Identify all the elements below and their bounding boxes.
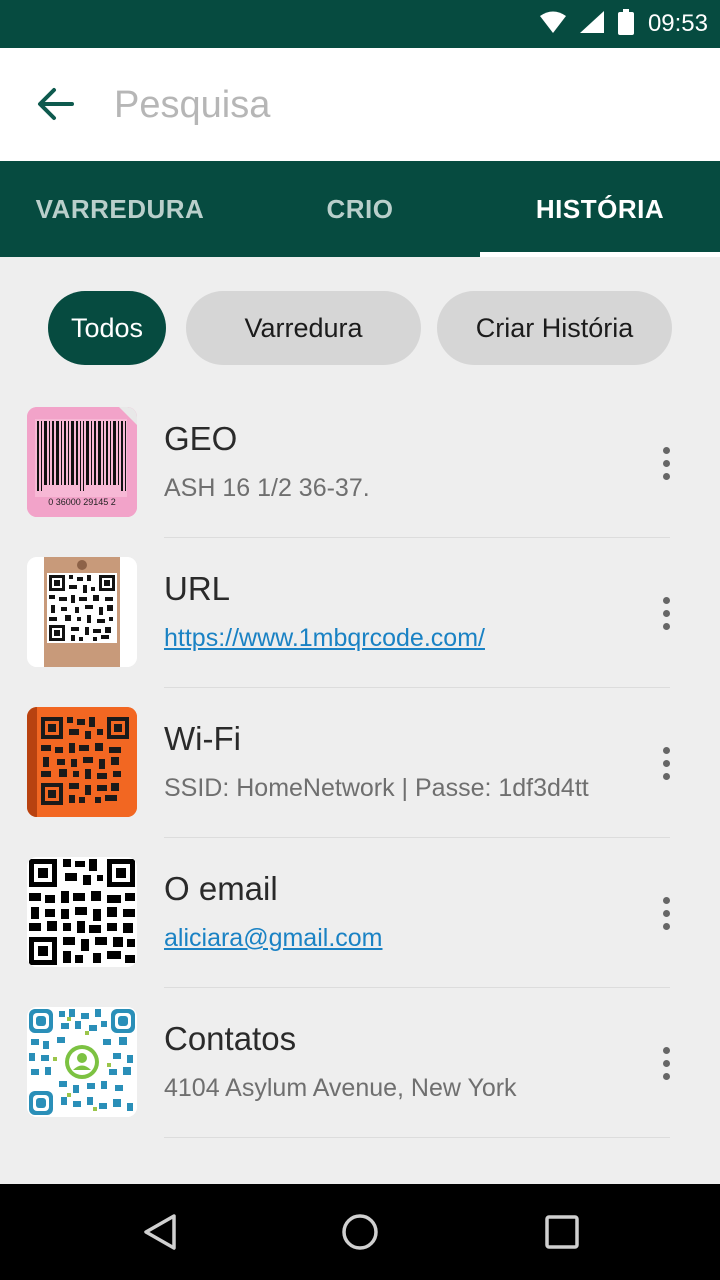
item-subtitle: 4104 Asylum Avenue, New York — [164, 1074, 517, 1102]
nav-recents-button[interactable] — [522, 1202, 602, 1262]
arrow-back-icon — [38, 88, 74, 120]
item-subtitle: ASH 16 1/2 36-37. — [164, 474, 370, 502]
circle-home-icon — [342, 1214, 378, 1250]
chip-criar-historia[interactable]: Criar História — [437, 291, 672, 365]
item-link[interactable]: https://www.1mbqrcode.com/ — [164, 624, 485, 653]
tab-crio[interactable]: CRIO — [240, 161, 480, 257]
tab-bar: VARREDURA CRIO HISTÓRIA — [0, 161, 720, 257]
back-button[interactable] — [28, 76, 84, 132]
battery-icon — [617, 8, 634, 40]
more-options-icon[interactable] — [646, 436, 686, 490]
status-bar: 09:53 — [0, 0, 720, 48]
qr-blue-thumbnail — [27, 1007, 137, 1117]
item-subtitle: SSID: HomeNetwork | Passe: 1df3d4tt — [164, 774, 589, 802]
search-bar — [0, 48, 720, 161]
item-title: O email — [164, 870, 278, 907]
square-recents-icon — [545, 1215, 579, 1249]
list-item[interactable]: 0 36000 29145 2 GEO ASH 16 1/2 36-37. — [0, 388, 720, 538]
more-options-icon[interactable] — [646, 586, 686, 640]
qr-tag-thumbnail — [27, 557, 137, 667]
item-title: URL — [164, 570, 231, 607]
more-options-icon[interactable] — [646, 736, 686, 790]
status-time: 09:53 — [647, 10, 708, 37]
more-options-icon[interactable] — [646, 886, 686, 940]
item-title: Contatos — [164, 1020, 297, 1057]
chip-varredura[interactable]: Varredura — [186, 291, 421, 365]
list-item[interactable]: Contatos 4104 Asylum Avenue, New York — [0, 988, 720, 1138]
divider — [164, 1137, 670, 1138]
filter-chips: Todos Varredura Criar História — [0, 291, 720, 365]
search-input[interactable] — [114, 78, 674, 132]
qr-black-thumbnail — [27, 857, 137, 967]
barcode-thumbnail: 0 36000 29145 2 — [27, 407, 137, 517]
list-item[interactable]: Wi-Fi SSID: HomeNetwork | Passe: 1df3d4t… — [0, 688, 720, 838]
item-title: Wi-Fi — [164, 720, 241, 757]
barcode-digits: 0 36000 29145 2 — [48, 497, 116, 507]
chip-todos[interactable]: Todos — [48, 291, 166, 365]
cell-signal-icon — [579, 10, 604, 38]
nav-home-button[interactable] — [320, 1202, 400, 1262]
nav-back-button[interactable] — [120, 1202, 200, 1262]
triangle-back-icon — [144, 1214, 176, 1250]
item-title: GEO — [164, 420, 238, 457]
list-item[interactable]: O email aliciara@gmail.com — [0, 838, 720, 988]
more-options-icon[interactable] — [646, 1036, 686, 1090]
qr-orange-thumbnail — [27, 707, 137, 817]
system-nav-bar — [0, 1184, 720, 1280]
tab-varredura[interactable]: VARREDURA — [0, 161, 240, 257]
wifi-icon — [539, 11, 566, 38]
tab-historia[interactable]: HISTÓRIA — [480, 161, 720, 257]
item-link[interactable]: aliciara@gmail.com — [164, 924, 383, 953]
list-item[interactable]: URL https://www.1mbqrcode.com/ — [0, 538, 720, 688]
